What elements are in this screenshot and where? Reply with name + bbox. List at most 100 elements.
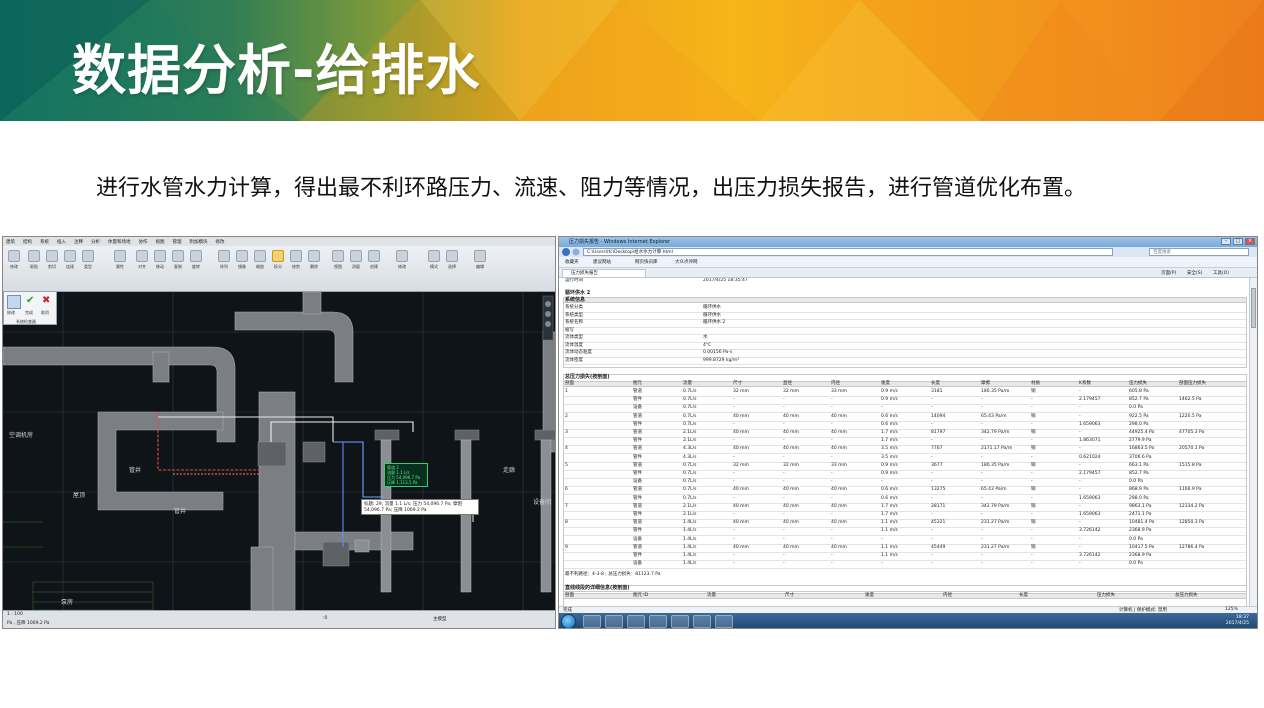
cancel-x-icon[interactable]: ✖ [42, 295, 50, 306]
table-cell: - [1031, 454, 1033, 460]
table-cell: 298.0 Pa [1129, 495, 1149, 501]
taskbar-app-icon[interactable] [649, 615, 667, 628]
ribbon-tool[interactable]: 视图 [331, 250, 345, 270]
table-cell: - [1079, 430, 1081, 435]
table-cell: - [783, 397, 785, 403]
model-selector[interactable]: 主模型 [433, 616, 447, 622]
page-menu[interactable]: 页面(P) [1161, 270, 1176, 276]
table-cell: 管道 [633, 462, 642, 468]
ribbon-tool[interactable]: 移动 [153, 250, 167, 270]
ribbon-tool-highlighted[interactable]: 拆分 [271, 250, 285, 270]
ribbon-tool[interactable]: 缩放 [253, 250, 267, 270]
room-label: 设备间 [533, 498, 551, 506]
ribbon-tool[interactable]: 创建 [367, 250, 381, 270]
ribbon-tool[interactable]: 类型 [81, 250, 95, 270]
table-cell: - [931, 421, 933, 427]
ribbon-tool[interactable]: 旋转 [189, 250, 203, 270]
table-cell: 1.863071 [1079, 438, 1101, 444]
ribbon-tool[interactable]: 镜像 [235, 250, 249, 270]
tool-icon [8, 250, 20, 262]
table-cell: - [981, 438, 983, 444]
revit-menu-item[interactable]: 分析 [91, 239, 100, 245]
taskbar-app-icon[interactable] [583, 615, 601, 628]
table-cell: - [831, 553, 833, 558]
favorites-button[interactable]: 收藏夹 [565, 259, 579, 265]
table-cell: 40 mm [783, 503, 799, 509]
close-button[interactable]: × [1245, 238, 1255, 245]
revit-menu-item[interactable]: 系统 [40, 239, 49, 245]
table-cell: 3.726142 [1079, 553, 1101, 558]
ribbon-tool[interactable]: 测量 [349, 250, 363, 270]
table-cell: 铜 [1031, 446, 1036, 452]
taskbar-app-icon[interactable] [715, 615, 733, 628]
maximize-button[interactable]: □ [1233, 238, 1243, 245]
row-divider [564, 478, 1246, 479]
start-button[interactable] [561, 614, 576, 628]
ribbon-tool[interactable]: 编辑 [473, 250, 487, 270]
ribbon-tool[interactable]: 复制 [171, 250, 185, 270]
url-input[interactable]: C:\Users\lfc\Desktop\给水水力计算.html [583, 248, 1113, 256]
ribbon-tool[interactable]: 对齐 [135, 250, 149, 270]
revit-menu-item[interactable]: 注释 [74, 239, 83, 245]
table-cell: - [1079, 561, 1081, 567]
revit-menu-item[interactable]: 插入 [57, 239, 66, 245]
table-cell: 1515.8 Pa [1179, 462, 1202, 468]
revit-menu-item[interactable]: 附加模块 [190, 239, 208, 245]
web-slice-link[interactable]: 网页快讯库 [635, 259, 658, 265]
back-forward-icon[interactable] [560, 247, 582, 257]
tools-menu[interactable]: 工具(O) [1213, 270, 1229, 276]
ribbon-tool[interactable]: 删除 [307, 250, 321, 270]
revit-menu-item[interactable]: 修改 [216, 239, 225, 245]
ribbon-tool[interactable]: 模式 [427, 250, 441, 270]
tab-report[interactable]: 压力损失报告 [562, 269, 646, 278]
revit-menu-item[interactable]: 体量和场地 [108, 239, 131, 245]
suggested-sites-link[interactable]: 建议网站 [593, 259, 611, 265]
revit-menu-item[interactable]: 协作 [139, 239, 148, 245]
table-cell: 44925.4 Pa [1129, 430, 1155, 435]
scroll-thumb[interactable] [1251, 288, 1256, 328]
taskbar-app-icon[interactable] [627, 615, 645, 628]
ribbon-tool[interactable]: 修剪 [289, 250, 303, 270]
taskbar-app-icon[interactable] [605, 615, 623, 628]
table-cell: 0.6 m/s [881, 421, 898, 427]
modify-tool-icon[interactable] [7, 295, 21, 309]
favorite-link[interactable]: 大众点评网 [675, 259, 698, 265]
table-cell: 铜 [1031, 544, 1036, 550]
table-cell: 2171.17 Pa/m [981, 446, 1013, 452]
table-cell: 铜 [1031, 503, 1036, 509]
ribbon-tool[interactable]: 属性 [113, 250, 127, 270]
info-value: 0.00156 Pa-s [703, 350, 733, 355]
vertical-scrollbar[interactable] [1249, 278, 1257, 606]
table-cell: 1 [565, 389, 568, 394]
revit-drawing-canvas[interactable]: 屋顶 管井 管井 泵房 走廊 设备间 空调机房 [3, 291, 555, 613]
ribbon-tool[interactable]: 修改 [7, 250, 21, 270]
ribbon-tool[interactable]: 修改 [395, 250, 409, 270]
ribbon-tool[interactable]: 连接 [63, 250, 77, 270]
table-cell: 12850.3 Pa [1179, 520, 1205, 526]
table-cell: - [831, 495, 833, 501]
ribbon-tool[interactable]: 阵列 [217, 250, 231, 270]
info-label: 流体类型 [565, 335, 583, 340]
minimize-button[interactable]: – [1221, 238, 1231, 245]
finish-check-icon[interactable]: ✔ [26, 295, 34, 306]
table-cell: 40 mm [831, 544, 847, 550]
view-scale[interactable]: 1 : 100 [7, 612, 23, 617]
table-cell: - [981, 553, 983, 558]
table-cell: 0.7L/s [683, 479, 697, 485]
safety-menu[interactable]: 安全(S) [1187, 270, 1202, 276]
revit-menu-item[interactable]: 视图 [156, 239, 165, 245]
revit-menu-item[interactable]: 建筑 [6, 239, 15, 245]
row-divider [564, 404, 1246, 406]
revit-menu-item[interactable]: 管理 [173, 239, 182, 245]
ribbon-tool[interactable]: 粘贴 [27, 250, 41, 270]
view-navigation-bar[interactable] [542, 295, 554, 341]
info-value: 循环供水 [703, 305, 721, 310]
ribbon-tool[interactable]: 选择 [445, 250, 459, 270]
zoom-level[interactable]: 125% [1225, 607, 1238, 612]
taskbar-app-icon[interactable] [693, 615, 711, 628]
taskbar-app-icon[interactable] [671, 615, 689, 628]
ribbon-tool[interactable]: 剪切 [45, 250, 59, 270]
table-cell: 47705.3 Pa [1179, 430, 1205, 435]
revit-menu-item[interactable]: 结构 [23, 239, 32, 245]
search-input[interactable]: 百度搜索 [1149, 248, 1249, 256]
